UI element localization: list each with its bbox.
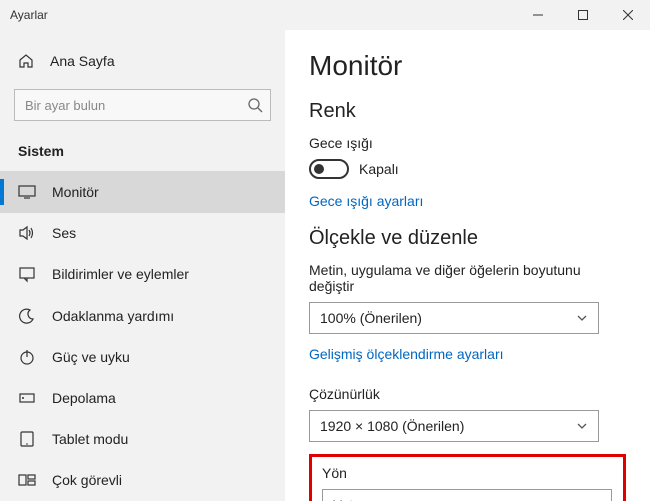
speaker-icon bbox=[18, 224, 36, 242]
home-button[interactable]: Ana Sayfa bbox=[0, 42, 285, 79]
sidebar-item-tablet[interactable]: Tablet modu bbox=[0, 419, 285, 460]
chevron-down-icon bbox=[576, 312, 588, 324]
home-label: Ana Sayfa bbox=[50, 53, 115, 69]
maximize-button[interactable] bbox=[560, 0, 605, 30]
titlebar: Ayarlar bbox=[0, 0, 650, 30]
advanced-scaling-link[interactable]: Gelişmiş ölçeklendirme ayarları bbox=[309, 346, 504, 362]
sidebar-item-sound[interactable]: Ses bbox=[0, 213, 285, 254]
storage-icon bbox=[18, 389, 36, 407]
resolution-value: 1920 × 1080 (Önerilen) bbox=[320, 418, 464, 434]
scale-label: Metin, uygulama ve diğer öğelerin boyutu… bbox=[309, 262, 626, 294]
color-header: Renk bbox=[309, 100, 626, 123]
search-input[interactable] bbox=[14, 89, 271, 121]
multitask-icon bbox=[18, 471, 36, 489]
home-icon bbox=[18, 53, 34, 69]
scale-header: Ölçekle ve düzenle bbox=[309, 227, 626, 250]
scale-select[interactable]: 100% (Önerilen) bbox=[309, 302, 599, 334]
main-panel: Monitör Renk Gece ışığı Kapalı Gece ışığ… bbox=[285, 30, 650, 501]
section-header: Sistem bbox=[0, 139, 285, 171]
orientation-value: Yatay bbox=[333, 497, 368, 501]
sidebar-item-power[interactable]: Güç ve uyku bbox=[0, 336, 285, 377]
resolution-select[interactable]: 1920 × 1080 (Önerilen) bbox=[309, 410, 599, 442]
sidebar-item-label: Güç ve uyku bbox=[52, 349, 130, 365]
sidebar-item-label: Monitör bbox=[52, 184, 99, 200]
resolution-label: Çözünürlük bbox=[309, 386, 626, 402]
sidebar: Ana Sayfa Sistem Monitör Ses Bildirimler… bbox=[0, 30, 285, 501]
night-light-toggle[interactable] bbox=[309, 159, 349, 179]
sidebar-item-label: Depolama bbox=[52, 390, 116, 406]
orientation-highlight: Yön Yatay bbox=[309, 454, 626, 501]
night-light-label: Gece ışığı bbox=[309, 135, 626, 151]
display-icon bbox=[18, 183, 36, 201]
sidebar-item-notifications[interactable]: Bildirimler ve eylemler bbox=[0, 254, 285, 295]
sidebar-item-label: Tablet modu bbox=[52, 431, 128, 447]
moon-icon bbox=[18, 307, 36, 325]
sidebar-item-multitask[interactable]: Çok görevli bbox=[0, 460, 285, 501]
minimize-button[interactable] bbox=[515, 0, 560, 30]
sidebar-item-label: Bildirimler ve eylemler bbox=[52, 266, 189, 282]
power-icon bbox=[18, 348, 36, 366]
night-light-settings-link[interactable]: Gece ışığı ayarları bbox=[309, 193, 423, 209]
sidebar-item-monitor[interactable]: Monitör bbox=[0, 171, 285, 212]
close-button[interactable] bbox=[605, 0, 650, 30]
window-title: Ayarlar bbox=[10, 8, 48, 22]
sidebar-item-label: Ses bbox=[52, 225, 76, 241]
orientation-select[interactable]: Yatay bbox=[322, 489, 612, 501]
scale-value: 100% (Önerilen) bbox=[320, 310, 422, 326]
night-light-state: Kapalı bbox=[359, 161, 399, 177]
notification-icon bbox=[18, 265, 36, 283]
sidebar-item-focus[interactable]: Odaklanma yardımı bbox=[0, 295, 285, 336]
sidebar-item-label: Çok görevli bbox=[52, 472, 122, 488]
search-box[interactable] bbox=[14, 89, 271, 121]
orientation-label: Yön bbox=[322, 465, 613, 481]
search-icon bbox=[247, 97, 263, 113]
sidebar-item-label: Odaklanma yardımı bbox=[52, 308, 174, 324]
chevron-down-icon bbox=[576, 420, 588, 432]
tablet-icon bbox=[18, 430, 36, 448]
sidebar-item-storage[interactable]: Depolama bbox=[0, 377, 285, 418]
window-controls bbox=[515, 0, 650, 30]
page-title: Monitör bbox=[309, 50, 626, 82]
